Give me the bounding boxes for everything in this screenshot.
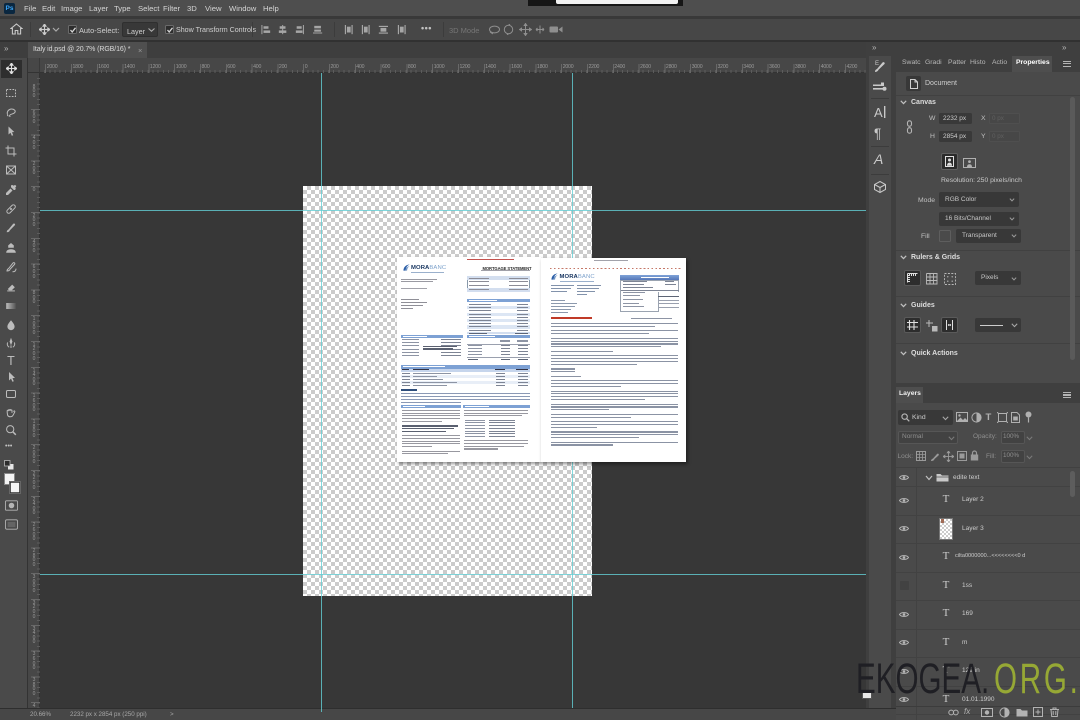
svg-text:A: A xyxy=(874,105,883,119)
svg-text:¶: ¶ xyxy=(874,126,881,140)
svg-text:A: A xyxy=(873,151,883,167)
svg-text:T: T xyxy=(7,354,15,366)
svg-text:E: E xyxy=(875,61,879,67)
